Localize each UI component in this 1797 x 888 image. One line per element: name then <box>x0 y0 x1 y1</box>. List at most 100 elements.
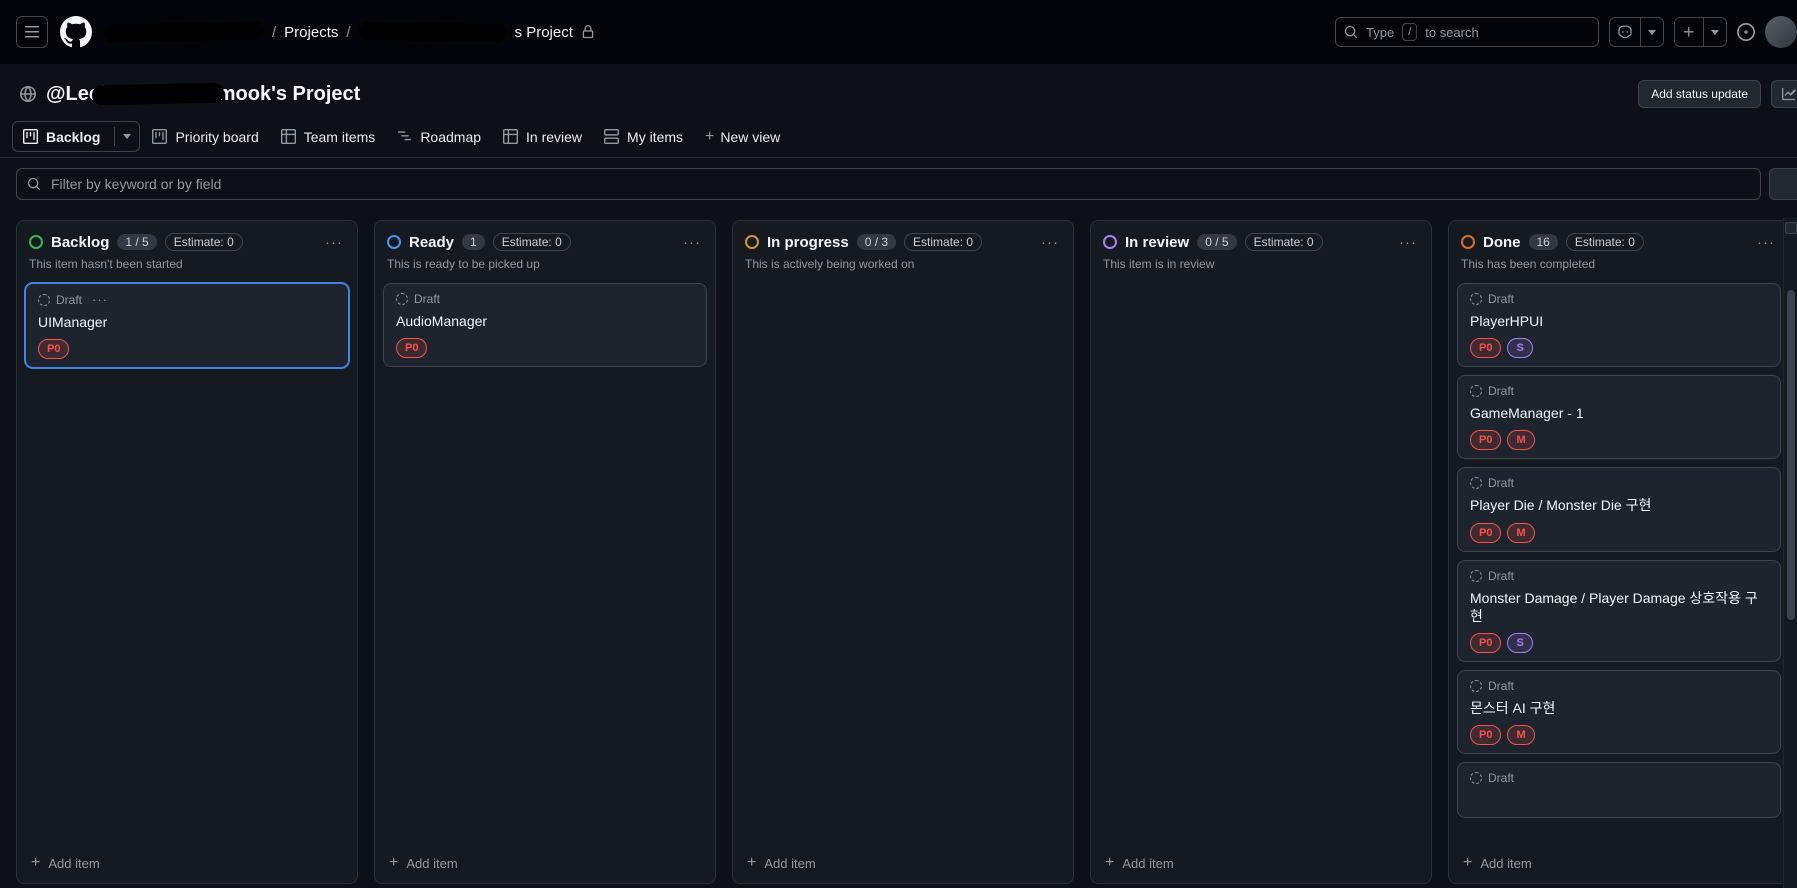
add-item-button[interactable]: + Add item <box>1449 845 1789 883</box>
new-view-label: New view <box>720 128 781 145</box>
card[interactable]: Draft Monster Damage / Player Damage 상호작용… <box>1457 559 1781 662</box>
card-kind-label: Draft <box>1488 678 1515 693</box>
label-badge[interactable]: P0 <box>1470 430 1502 451</box>
rows-icon <box>604 129 620 144</box>
card-title: GameManager - 1 <box>1470 405 1584 422</box>
table-icon <box>503 129 519 144</box>
tab-roadmap[interactable]: Roadmap <box>387 124 491 150</box>
label-badge[interactable]: P0 <box>1470 522 1502 543</box>
scrollbar-button[interactable] <box>1785 222 1797 234</box>
column-estimate-badge: Estimate: 0 <box>492 233 571 251</box>
add-item-button[interactable]: + Add item <box>1091 845 1431 883</box>
global-search-input[interactable]: Type / to search <box>1335 17 1599 47</box>
insights-button[interactable] <box>1771 80 1797 108</box>
card[interactable]: Draft 몬스터 AI 구현 P0 M <box>1457 669 1781 755</box>
label-badge[interactable]: M <box>1507 430 1535 451</box>
card[interactable]: Draft GameManager - 1 P0 M <box>1457 375 1781 460</box>
card[interactable]: Draft AudioManager P0 <box>383 283 707 368</box>
column-menu-button[interactable]: ··· <box>1039 234 1061 251</box>
card[interactable]: Draft <box>1457 762 1781 819</box>
add-item-button[interactable]: + Add item <box>733 845 1073 883</box>
issues-icon[interactable] <box>1737 23 1755 41</box>
column-description: This has been completed <box>1461 257 1596 271</box>
card-title: 몬스터 AI 구현 <box>1470 699 1556 716</box>
label-badge[interactable]: P0 <box>1470 338 1502 359</box>
new-view-button[interactable]: + New view <box>695 124 790 150</box>
filter-input[interactable] <box>49 175 1750 193</box>
tab-backlog[interactable]: Backlog <box>12 121 141 152</box>
label-badge[interactable]: M <box>1507 522 1535 543</box>
column-estimate-badge: Estimate: 0 <box>904 233 983 251</box>
chevron-down-icon <box>123 134 132 139</box>
card-badges: P0 <box>396 338 694 359</box>
copilot-button[interactable] <box>1609 17 1664 47</box>
card-kind-label: Draft <box>1488 568 1515 583</box>
page-title: @Leehyungwondimook's Project <box>46 82 360 106</box>
tab-team-items[interactable]: Team items <box>271 124 386 150</box>
column-name: In progress <box>767 233 849 251</box>
tab-priority-board[interactable]: Priority board <box>142 124 268 150</box>
column-count-badge: 16 <box>1528 234 1558 250</box>
column-header: In review 0 / 5 Estimate: 0 ··· <box>1091 221 1431 255</box>
hamburger-menu-icon[interactable] <box>16 16 48 48</box>
github-logo-icon[interactable] <box>60 16 92 48</box>
add-item-button[interactable]: + Add item <box>17 845 357 883</box>
vertical-scrollbar[interactable] <box>1783 218 1797 888</box>
column-name: Ready <box>409 233 455 251</box>
card[interactable]: Draft ··· UIManager P0 <box>25 283 349 369</box>
plus-icon: + <box>1463 854 1473 871</box>
label-badge[interactable]: S <box>1507 632 1533 653</box>
card-kind-label: Draft <box>414 292 441 306</box>
label-badge[interactable]: S <box>1507 338 1533 359</box>
column-count-badge: 0 / 5 <box>1197 234 1237 250</box>
column-estimate-badge: Estimate: 0 <box>164 233 243 251</box>
label-badge[interactable]: P0 <box>38 339 70 360</box>
breadcrumb-separator: / <box>346 23 351 41</box>
label-badge[interactable]: P0 <box>1470 632 1502 653</box>
column-menu-button[interactable]: ··· <box>1755 234 1777 251</box>
card-menu-button[interactable]: ··· <box>90 292 110 307</box>
avatar[interactable] <box>1765 16 1797 48</box>
status-circle-icon <box>1461 235 1475 249</box>
tab-my-items[interactable]: My items <box>594 124 693 150</box>
draft-icon <box>396 293 408 305</box>
search-text-after: to search <box>1425 24 1479 40</box>
column-menu-button[interactable]: ··· <box>1397 234 1419 251</box>
draft-icon <box>1470 569 1482 582</box>
create-new-caret-button[interactable] <box>1703 18 1726 46</box>
redacted-username <box>103 21 265 43</box>
globe-icon <box>20 86 36 102</box>
plus-icon: + <box>705 127 715 145</box>
label-badge[interactable]: P0 <box>396 338 428 359</box>
column-estimate-badge: Estimate: 0 <box>1565 233 1644 251</box>
column-name: Done <box>1483 233 1521 251</box>
plus-icon: + <box>389 854 399 871</box>
project-icon <box>152 129 168 144</box>
tab-label: Backlog <box>46 128 101 145</box>
breadcrumb-projects-link[interactable]: Projects <box>284 24 338 41</box>
column-menu-button[interactable]: ··· <box>323 234 345 251</box>
column-cards: Draft AudioManager P0 <box>375 279 715 845</box>
column-menu-button[interactable]: ··· <box>681 234 703 251</box>
view-options-caret-button[interactable] <box>114 127 139 146</box>
card[interactable]: Draft PlayerHPUI P0 S <box>1457 283 1781 368</box>
filter-action-button[interactable] <box>1769 168 1797 200</box>
scrollbar-thumb[interactable] <box>1787 290 1795 620</box>
card[interactable]: Draft Player Die / Monster Die 구현 P0 M <box>1457 467 1781 552</box>
filter-field[interactable] <box>16 168 1761 200</box>
add-status-update-button[interactable]: Add status update <box>1638 80 1761 108</box>
column-description: This item hasn't been started <box>29 257 183 271</box>
project-icon <box>23 129 38 144</box>
status-circle-icon <box>745 235 759 249</box>
column-header: Backlog 1 / 5 Estimate: 0 ··· <box>17 221 357 255</box>
tab-label: Team items <box>303 128 376 145</box>
column-in-review: In review 0 / 5 Estimate: 0 ··· This item is… <box>1090 220 1432 884</box>
add-item-button[interactable]: + Add item <box>375 845 715 883</box>
tab-in-review[interactable]: In review <box>493 124 592 150</box>
column-done: Done 16 Estimate: 0 ··· This has been comple… <box>1448 220 1790 884</box>
copilot-caret-button[interactable] <box>1640 18 1663 46</box>
create-new-button[interactable] <box>1674 17 1727 47</box>
label-badge[interactable]: P0 <box>1470 725 1502 746</box>
plus-icon <box>1675 18 1703 46</box>
label-badge[interactable]: M <box>1507 725 1535 746</box>
